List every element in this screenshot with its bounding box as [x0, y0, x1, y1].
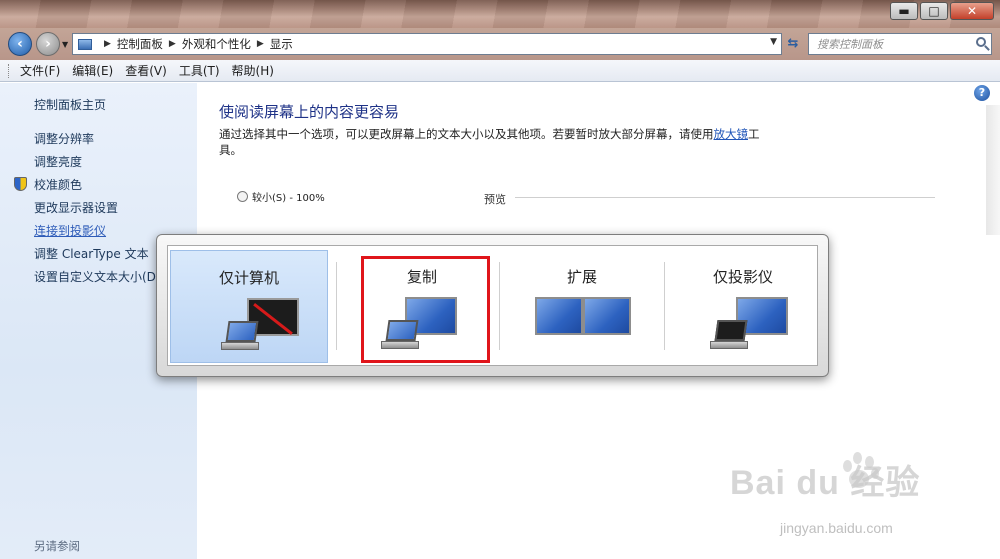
sidebar-item-brightness[interactable]: 调整亮度: [34, 153, 82, 170]
breadcrumb-appearance[interactable]: 外观和个性化: [182, 36, 251, 52]
window-controls: ▬ □ ✕: [888, 2, 994, 20]
shield-icon: [14, 177, 27, 191]
maximize-button[interactable]: □: [920, 2, 948, 20]
back-button[interactable]: ‹: [8, 32, 32, 56]
menu-edit[interactable]: 编辑(E): [72, 62, 113, 79]
breadcrumb-control-panel[interactable]: 控制面板: [117, 36, 163, 52]
sidebar-item-connect-projector[interactable]: 连接到投影仪: [34, 222, 106, 239]
option-extend[interactable]: 扩展: [503, 250, 661, 363]
address-bar[interactable]: ▶ 控制面板 ▶ 外观和个性化 ▶ 显示 ▼: [72, 33, 782, 55]
baidu-paw-icon: [837, 452, 881, 492]
control-panel-icon: [78, 38, 92, 50]
breadcrumb-display[interactable]: 显示: [270, 36, 293, 52]
forward-button[interactable]: ›: [36, 32, 60, 56]
sidebar-item-calibrate-color[interactable]: 校准颜色: [34, 176, 82, 193]
vertical-scrollbar[interactable]: [986, 105, 1000, 235]
help-icon[interactable]: ?: [974, 85, 990, 101]
monitor-icon: [535, 297, 583, 335]
page-description: 通过选择其中一个选项，可以更改屏幕上的文本大小以及其他项。若要暂时放大部分屏幕，…: [219, 126, 779, 158]
option-computer-only[interactable]: 仅计算机: [170, 250, 328, 363]
description-text: 通过选择其中一个选项，可以更改屏幕上的文本大小以及其他项。若要暂时放大部分屏幕，…: [219, 127, 714, 141]
option-label: 仅计算机: [218, 269, 279, 287]
sidebar-home-link[interactable]: 控制面板主页: [34, 96, 106, 113]
radio-label: 较小(S) - 100%: [252, 193, 325, 204]
sidebar-item-cleartype[interactable]: 调整 ClearType 文本: [34, 245, 149, 262]
minimize-button[interactable]: ▬: [890, 2, 918, 20]
menu-tools[interactable]: 工具(T): [179, 62, 220, 79]
option-projector-only[interactable]: 仅投影仪: [664, 250, 822, 363]
magnifier-link[interactable]: 放大镜: [714, 127, 749, 141]
menu-file[interactable]: 文件(F): [20, 62, 60, 79]
laptop-off-icon: [710, 320, 750, 350]
recent-pages-dropdown-icon[interactable]: ▼: [62, 40, 68, 49]
sidebar-item-resolution[interactable]: 调整分辨率: [34, 130, 94, 147]
menu-view[interactable]: 查看(V): [125, 62, 167, 79]
refresh-icon[interactable]: ⇆: [784, 36, 802, 52]
size-option-smaller[interactable]: 较小(S) - 100%: [237, 189, 325, 204]
radio-button[interactable]: [237, 191, 248, 202]
chevron-right-icon[interactable]: ▶: [104, 39, 111, 49]
menu-help[interactable]: 帮助(H): [232, 62, 274, 79]
close-button[interactable]: ✕: [950, 2, 994, 20]
watermark-logo: Bai du 经验: [730, 464, 921, 502]
projector-options: 仅计算机 复制 扩展 仅投影仪: [167, 245, 818, 366]
option-divider: [499, 262, 500, 350]
address-dropdown-icon[interactable]: ▼: [770, 37, 777, 47]
option-divider: [336, 262, 337, 350]
preview-divider: [515, 197, 935, 198]
search-icon[interactable]: [976, 37, 986, 47]
sidebar-item-custom-dpi[interactable]: 设置自定义文本大小(DP: [34, 268, 163, 285]
option-label: 仅投影仪: [712, 268, 773, 286]
watermark-url: jingyan.baidu.com: [780, 520, 893, 536]
option-label: 扩展: [566, 268, 597, 286]
laptop-icon: [221, 321, 261, 351]
chevron-right-icon[interactable]: ▶: [257, 39, 264, 49]
highlight-box: [361, 256, 490, 363]
preview-label: 预览: [484, 193, 506, 206]
search-placeholder: 搜索控制面板: [817, 38, 883, 51]
menu-bar: 文件(F) 编辑(E) 查看(V) 工具(T) 帮助(H): [0, 60, 1000, 82]
chevron-right-icon[interactable]: ▶: [169, 39, 176, 49]
page-title: 使阅读屏幕上的内容更容易: [219, 103, 400, 121]
monitor-icon: [583, 297, 631, 335]
projector-switch-panel: 仅计算机 复制 扩展 仅投影仪: [156, 234, 829, 377]
search-input[interactable]: 搜索控制面板: [808, 33, 992, 55]
menu-grip: [8, 64, 11, 78]
navigation-bar: ‹ › ▼ ▶ 控制面板 ▶ 外观和个性化 ▶ 显示 ▼ ⇆ 搜索控制面板: [0, 28, 1000, 60]
window-titlebar: ▬ □ ✕: [0, 0, 1000, 28]
sidebar-item-display-settings[interactable]: 更改显示器设置: [34, 199, 118, 216]
see-also-heading: 另请参阅: [34, 539, 80, 553]
